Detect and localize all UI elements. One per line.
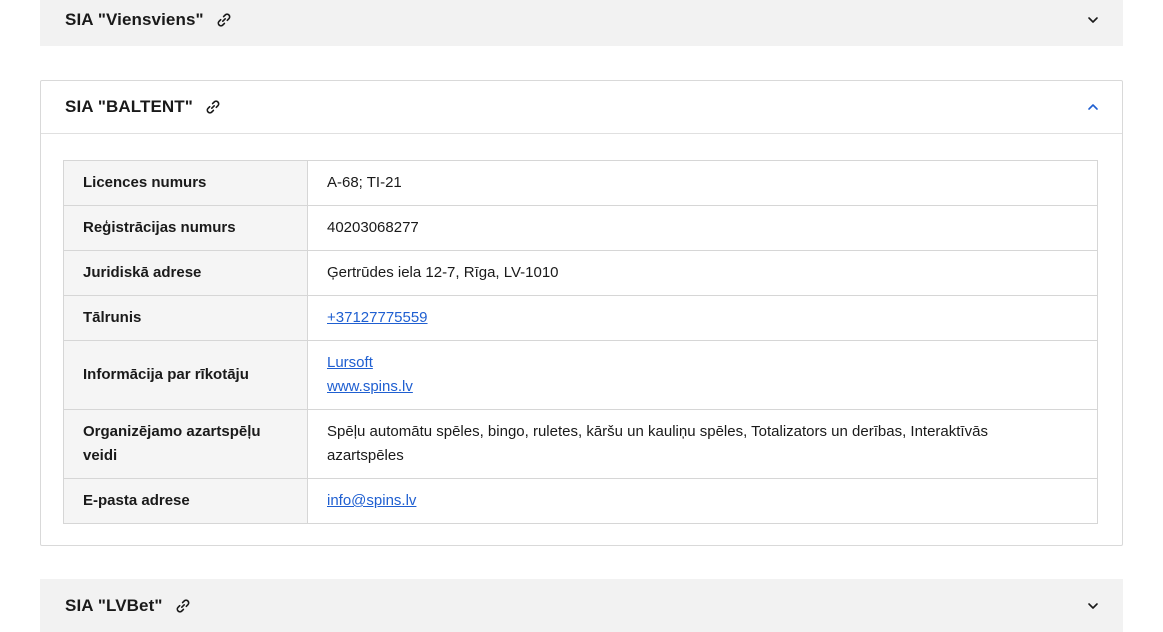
email-link[interactable]: info@spins.lv [327, 492, 416, 509]
link-icon[interactable] [175, 598, 191, 614]
row-value: info@spins.lv [307, 478, 1098, 524]
accordion-viensviens: SIA "Viensviens" [40, 0, 1123, 46]
accordion-title: SIA "BALTENT" [65, 97, 193, 116]
row-label: Tālrunis [63, 295, 308, 341]
lursoft-link[interactable]: Lursoft [327, 354, 373, 371]
row-label: E-pasta adrese [63, 478, 308, 524]
accordion-title-wrap: SIA "LVBet" [65, 596, 191, 616]
table-row: Licences numurs A-68; TI-21 [63, 160, 1098, 206]
row-label: Informācija par rīkotāju [63, 340, 308, 410]
table-row: Tālrunis +37127775559 [63, 295, 1098, 341]
accordion-baltent: SIA "BALTENT" Licences numurs A-68; TI-2… [40, 80, 1123, 546]
accordion-title-wrap: SIA "BALTENT" [65, 97, 221, 117]
row-value: Spēļu automātu spēles, bingo, ruletes, k… [307, 409, 1098, 479]
link-icon[interactable] [216, 12, 232, 28]
row-label: Licences numurs [63, 160, 308, 206]
row-value: Ģertrūdes iela 12-7, Rīga, LV-1010 [307, 250, 1098, 296]
accordion-header-lvbet[interactable]: SIA "LVBet" [40, 579, 1123, 632]
chevron-down-icon[interactable] [1086, 599, 1100, 613]
row-value: 40203068277 [307, 205, 1098, 251]
row-value: +37127775559 [307, 295, 1098, 341]
phone-link[interactable]: +37127775559 [327, 309, 428, 326]
table-row: E-pasta adrese info@spins.lv [63, 478, 1098, 524]
row-value: A-68; TI-21 [307, 160, 1098, 206]
details-table: Licences numurs A-68; TI-21 Reģistrācija… [63, 160, 1098, 524]
table-row: Organizējamo azartspēļu veidi Spēļu auto… [63, 409, 1098, 479]
accordion-title-wrap: SIA "Viensviens" [65, 10, 232, 30]
chevron-up-icon[interactable] [1086, 100, 1100, 114]
row-label: Juridiskā adrese [63, 250, 308, 296]
accordion-title: SIA "Viensviens" [65, 9, 204, 29]
row-label: Organizējamo azartspēļu veidi [63, 409, 308, 479]
table-row: Informācija par rīkotāju Lursoft www.spi… [63, 340, 1098, 410]
accordion-lvbet: SIA "LVBet" [40, 579, 1123, 632]
row-label: Reģistrācijas numurs [63, 205, 308, 251]
link-icon[interactable] [205, 99, 221, 115]
website-link[interactable]: www.spins.lv [327, 378, 413, 395]
accordion-header-viensviens[interactable]: SIA "Viensviens" [40, 0, 1123, 46]
table-row: Juridiskā adrese Ģertrūdes iela 12-7, Rī… [63, 250, 1098, 296]
chevron-down-icon[interactable] [1086, 13, 1100, 27]
table-row: Reģistrācijas numurs 40203068277 [63, 205, 1098, 251]
row-value: Lursoft www.spins.lv [307, 340, 1098, 410]
accordion-title: SIA "LVBet" [65, 595, 163, 615]
accordion-header-baltent[interactable]: SIA "BALTENT" [41, 81, 1122, 134]
